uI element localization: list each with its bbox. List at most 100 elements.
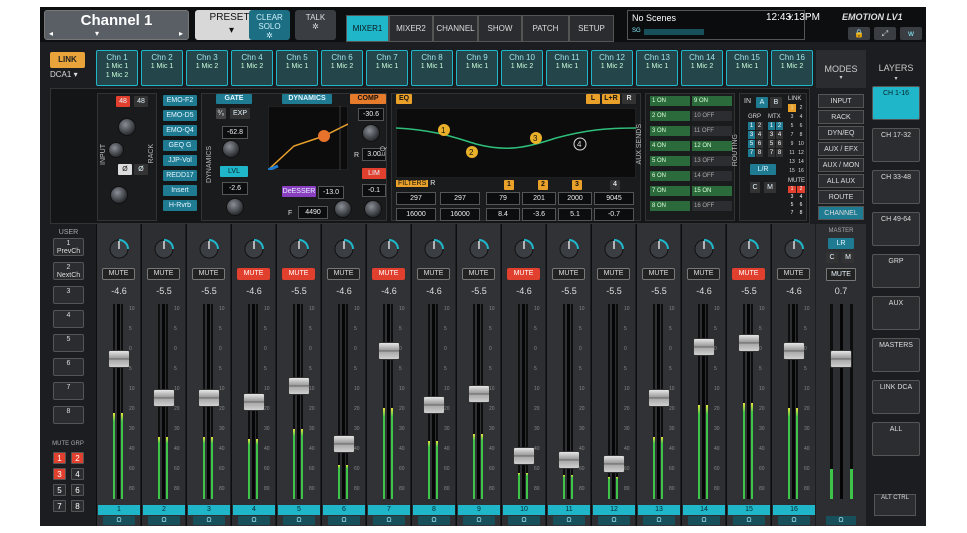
grp-assign-6[interactable]: 6 (756, 140, 763, 148)
aux-send-9[interactable]: 9 ON (692, 96, 732, 106)
band1-freq[interactable]: 79 (486, 192, 520, 205)
mute-button[interactable]: MUTE (462, 268, 495, 280)
grp-assign-8[interactable]: 8 (756, 149, 763, 157)
master-fader-cap[interactable] (830, 349, 852, 368)
fader-cap[interactable] (153, 388, 175, 407)
user-button-7[interactable]: 7 (53, 382, 84, 400)
channel-header-4[interactable]: Chn 41 Mic 2 (231, 50, 273, 86)
channel-menu-icon[interactable]: ▾ (95, 29, 99, 38)
user-button-8[interactable]: 8 (53, 406, 84, 424)
mute-button[interactable]: MUTE (552, 268, 585, 280)
mute-button[interactable]: MUTE (237, 268, 270, 280)
pan-knob[interactable] (558, 238, 580, 260)
rack-slot-8[interactable]: H-Rvrb (163, 200, 197, 211)
mute-assign-7[interactable]: 7 (788, 210, 796, 217)
pan-knob[interactable] (108, 238, 130, 260)
aux-send-5[interactable]: 5 ON (650, 156, 690, 166)
user-button-1[interactable]: 1 PrevCh (53, 238, 84, 256)
channel-header-2[interactable]: Chn 21 Mic 1 (141, 50, 183, 86)
aux-send-16[interactable]: 16 OFF (692, 201, 732, 211)
fader-cap[interactable] (333, 435, 355, 454)
comp-threshold-knob[interactable] (362, 124, 380, 142)
headphone-cue-icon[interactable]: Ω (373, 516, 405, 525)
link-assign-14[interactable]: 14 (797, 158, 805, 166)
mute-assign-6[interactable]: 6 (797, 202, 805, 209)
channel-header-15[interactable]: Chn 15 1 Mic 1 (726, 50, 768, 86)
layer-ch-33-48[interactable]: CH 33-48 (872, 170, 920, 204)
eq-r-button[interactable]: R (622, 94, 636, 104)
headphone-cue-icon[interactable]: Ω (148, 516, 180, 525)
lvl-value[interactable]: -2.6 (222, 182, 248, 195)
phase-button[interactable]: Ø (118, 164, 132, 175)
pan-knob[interactable] (783, 238, 805, 260)
rack-slot-2[interactable]: EMO-D5 (163, 110, 197, 121)
mtx-assign-5[interactable]: 5 (768, 140, 775, 148)
user-button-2[interactable]: 2 NextCh (53, 262, 84, 280)
mode-all-aux[interactable]: ALL AUX (818, 174, 864, 188)
band4-button[interactable]: 4 (610, 180, 620, 190)
mtx-assign-4[interactable]: 4 (776, 131, 783, 139)
rack-slot-6[interactable]: REDD17 (163, 170, 197, 181)
master-mute-button[interactable]: MUTE (826, 268, 856, 281)
user-button-3[interactable]: 3 (53, 286, 84, 304)
exp-button[interactable]: EXP (230, 108, 250, 119)
aux-send-7[interactable]: 7 ON (650, 186, 690, 196)
headphone-cue-icon[interactable]: Ω (778, 516, 810, 525)
tab-mixer2[interactable]: MIXER2 (389, 15, 433, 42)
fader-cap[interactable] (423, 396, 445, 415)
mute-button[interactable]: MUTE (282, 268, 315, 280)
routing-a-button[interactable]: A (756, 97, 768, 108)
channel-header-10[interactable]: Chn 10 1 Mic 2 (501, 50, 543, 86)
fader-cap[interactable] (198, 388, 220, 407)
rack-slot-7[interactable]: Insert (163, 185, 197, 196)
headphone-cue-icon[interactable]: Ω (328, 516, 360, 525)
link-assign-9[interactable]: 9 (788, 140, 796, 148)
link-assign-4[interactable]: 4 (797, 113, 805, 121)
deesser-button[interactable]: DeESSER (282, 186, 316, 197)
channel-header-16[interactable]: Chn 16 1 Mic 2 (771, 50, 813, 86)
layer-all[interactable]: ALL (872, 422, 920, 456)
mute-button[interactable]: MUTE (777, 268, 810, 280)
mode-channel[interactable]: CHANNEL (818, 206, 864, 220)
lvl-knob[interactable] (226, 198, 244, 216)
channel-header-3[interactable]: Chn 31 Mic 2 (186, 50, 228, 86)
channel-header-14[interactable]: Chn 14 1 Mic 2 (681, 50, 723, 86)
link-assign-13[interactable]: 13 (788, 158, 796, 166)
headphone-cue-icon[interactable]: Ω (283, 516, 315, 525)
dynamics-graph[interactable] (268, 106, 348, 170)
pan-knob[interactable] (288, 238, 310, 260)
channel-header-6[interactable]: Chn 61 Mic 2 (321, 50, 363, 86)
mtx-assign-8[interactable]: 8 (776, 149, 783, 157)
aux-send-15[interactable]: 15 ON (692, 186, 732, 196)
mute-button[interactable]: MUTE (417, 268, 450, 280)
lim-button[interactable]: LIM (362, 168, 386, 179)
layer-ch-49-64[interactable]: CH 49-64 (872, 212, 920, 246)
mute-button[interactable]: MUTE (732, 268, 765, 280)
link-assign-2[interactable]: 2 (797, 104, 805, 112)
link-assign-5[interactable]: 5 (788, 122, 796, 130)
prev-channel-icon[interactable]: ◂ (49, 29, 53, 38)
aux-send-10[interactable]: 10 OFF (692, 111, 732, 121)
channel-header-11[interactable]: Chn 11 1 Mic 1 (546, 50, 588, 86)
deesser-freq-value[interactable]: 4490 (298, 206, 328, 219)
rack-slot-5[interactable]: JJP-Vol (163, 155, 197, 166)
channel-header-8[interactable]: Chn 81 Mic 1 (411, 50, 453, 86)
mode-rack[interactable]: RACK (818, 110, 864, 124)
fullscreen-icon[interactable]: ⤢ (874, 27, 896, 40)
fader-cap[interactable] (468, 384, 490, 403)
pan-knob[interactable] (333, 238, 355, 260)
aux-send-11[interactable]: 11 OFF (692, 126, 732, 136)
next-channel-icon[interactable]: ▸ (179, 29, 183, 38)
aux-send-3[interactable]: 3 ON (650, 126, 690, 136)
grp-assign-2[interactable]: 2 (756, 122, 763, 130)
mute-group-8[interactable]: 8 (71, 500, 84, 512)
lvl-button[interactable]: LVL (220, 166, 248, 177)
hpf-freq-value[interactable]: 297 (396, 192, 436, 205)
headphone-cue-icon[interactable]: Ω (733, 516, 765, 525)
aux-send-8[interactable]: 8 ON (650, 201, 690, 211)
grp-assign-3[interactable]: 3 (748, 131, 755, 139)
aux-send-13[interactable]: 13 OFF (692, 156, 732, 166)
mute-assign-4[interactable]: 4 (797, 194, 805, 201)
alt-ctrl-button[interactable]: ALT CTRL (874, 494, 916, 516)
mute-button[interactable]: MUTE (642, 268, 675, 280)
